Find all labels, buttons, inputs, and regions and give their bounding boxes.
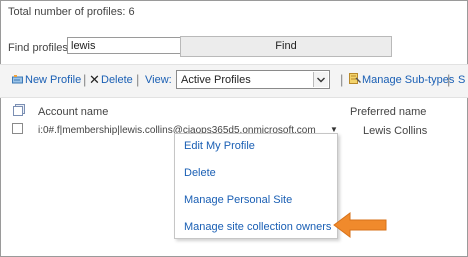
toolbar-separator: | [340, 72, 344, 87]
delete-button[interactable]: Delete [101, 74, 133, 86]
menu-item-delete[interactable]: Delete [184, 167, 216, 179]
manage-subtypes-button[interactable]: Manage Sub-types [362, 74, 454, 86]
menu-item-manage-site-collection-owners[interactable]: Manage site collection owners [184, 221, 331, 233]
find-button[interactable]: Find [180, 36, 392, 57]
view-label: View: [145, 74, 172, 86]
account-name-header[interactable]: Account name [38, 106, 108, 118]
total-profiles-label: Total number of profiles: 6 [8, 6, 135, 18]
view-select-value: Active Profiles [181, 74, 251, 86]
preferred-name-cell: Lewis Collins [363, 125, 428, 137]
view-select[interactable]: Active Profiles [176, 70, 330, 89]
menu-item-manage-personal-site[interactable]: Manage Personal Site [184, 194, 292, 206]
context-menu: Edit My Profile Delete Manage Personal S… [174, 133, 338, 239]
new-profile-icon [12, 75, 23, 84]
find-profiles-label: Find profiles [8, 42, 68, 54]
toolbar-separator: | [447, 72, 451, 87]
orange-arrow-icon [333, 212, 387, 238]
toolbar-separator: | [83, 72, 87, 87]
preferred-name-header[interactable]: Preferred name [350, 106, 426, 118]
manage-subtypes-icon [349, 73, 361, 84]
chevron-down-icon[interactable] [313, 72, 328, 87]
find-profiles-input[interactable] [67, 37, 183, 54]
new-profile-button[interactable]: New Profile [25, 74, 81, 86]
menu-item-edit-my-profile[interactable]: Edit My Profile [184, 140, 255, 152]
toolbar-separator: | [136, 72, 140, 87]
select-all-icon[interactable] [13, 104, 25, 116]
toolbar-overflow-item[interactable]: S [458, 74, 465, 86]
row-checkbox[interactable] [12, 123, 23, 134]
delete-x-icon: ✕ [89, 72, 100, 87]
